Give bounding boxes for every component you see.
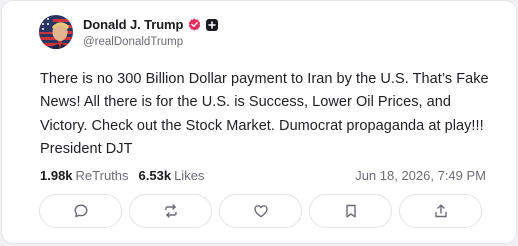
- author-handle[interactable]: @realDonaldTrump: [83, 36, 218, 48]
- retruths-count: 1.98k: [40, 167, 73, 183]
- heart-icon: [253, 203, 269, 219]
- post-stats: 1.98k ReTruths 6.53k Likes Jun 18, 2026, 7…: [40, 166, 486, 184]
- retruth-button[interactable]: [129, 194, 212, 228]
- post-timestamp[interactable]: Jun 18, 2026, 7:49 PM: [355, 168, 486, 183]
- retruths-stat[interactable]: 1.98k ReTruths: [40, 168, 129, 183]
- reply-icon: [73, 203, 89, 219]
- retruths-label: ReTruths: [75, 167, 129, 183]
- action-bar: [39, 194, 482, 228]
- post-card: Donald J. Trump @realDonaldTrump There i…: [1, 0, 517, 244]
- author-display-name[interactable]: Donald J. Trump: [83, 17, 183, 32]
- likes-stat[interactable]: 6.53k Likes: [139, 168, 205, 183]
- share-button[interactable]: [399, 194, 482, 228]
- author-info: Donald J. Trump @realDonaldTrump: [83, 17, 219, 48]
- like-button[interactable]: [219, 194, 302, 228]
- likes-count: 6.53k: [138, 167, 172, 183]
- reply-button[interactable]: [39, 194, 122, 228]
- likes-label: Likes: [174, 167, 205, 183]
- post-header: Donald J. Trump @realDonaldTrump: [39, 14, 219, 50]
- retruth-icon: [163, 203, 179, 219]
- post-text: There is no 300 Billion Dollar payment t…: [40, 71, 489, 157]
- verified-badge-icon: [188, 18, 201, 31]
- share-icon: [433, 203, 449, 219]
- plus-icon[interactable]: [206, 18, 219, 31]
- bookmark-button[interactable]: [309, 194, 392, 228]
- bookmark-icon: [343, 203, 359, 219]
- avatar[interactable]: [39, 15, 73, 49]
- author-name-row: Donald J. Trump: [83, 17, 219, 33]
